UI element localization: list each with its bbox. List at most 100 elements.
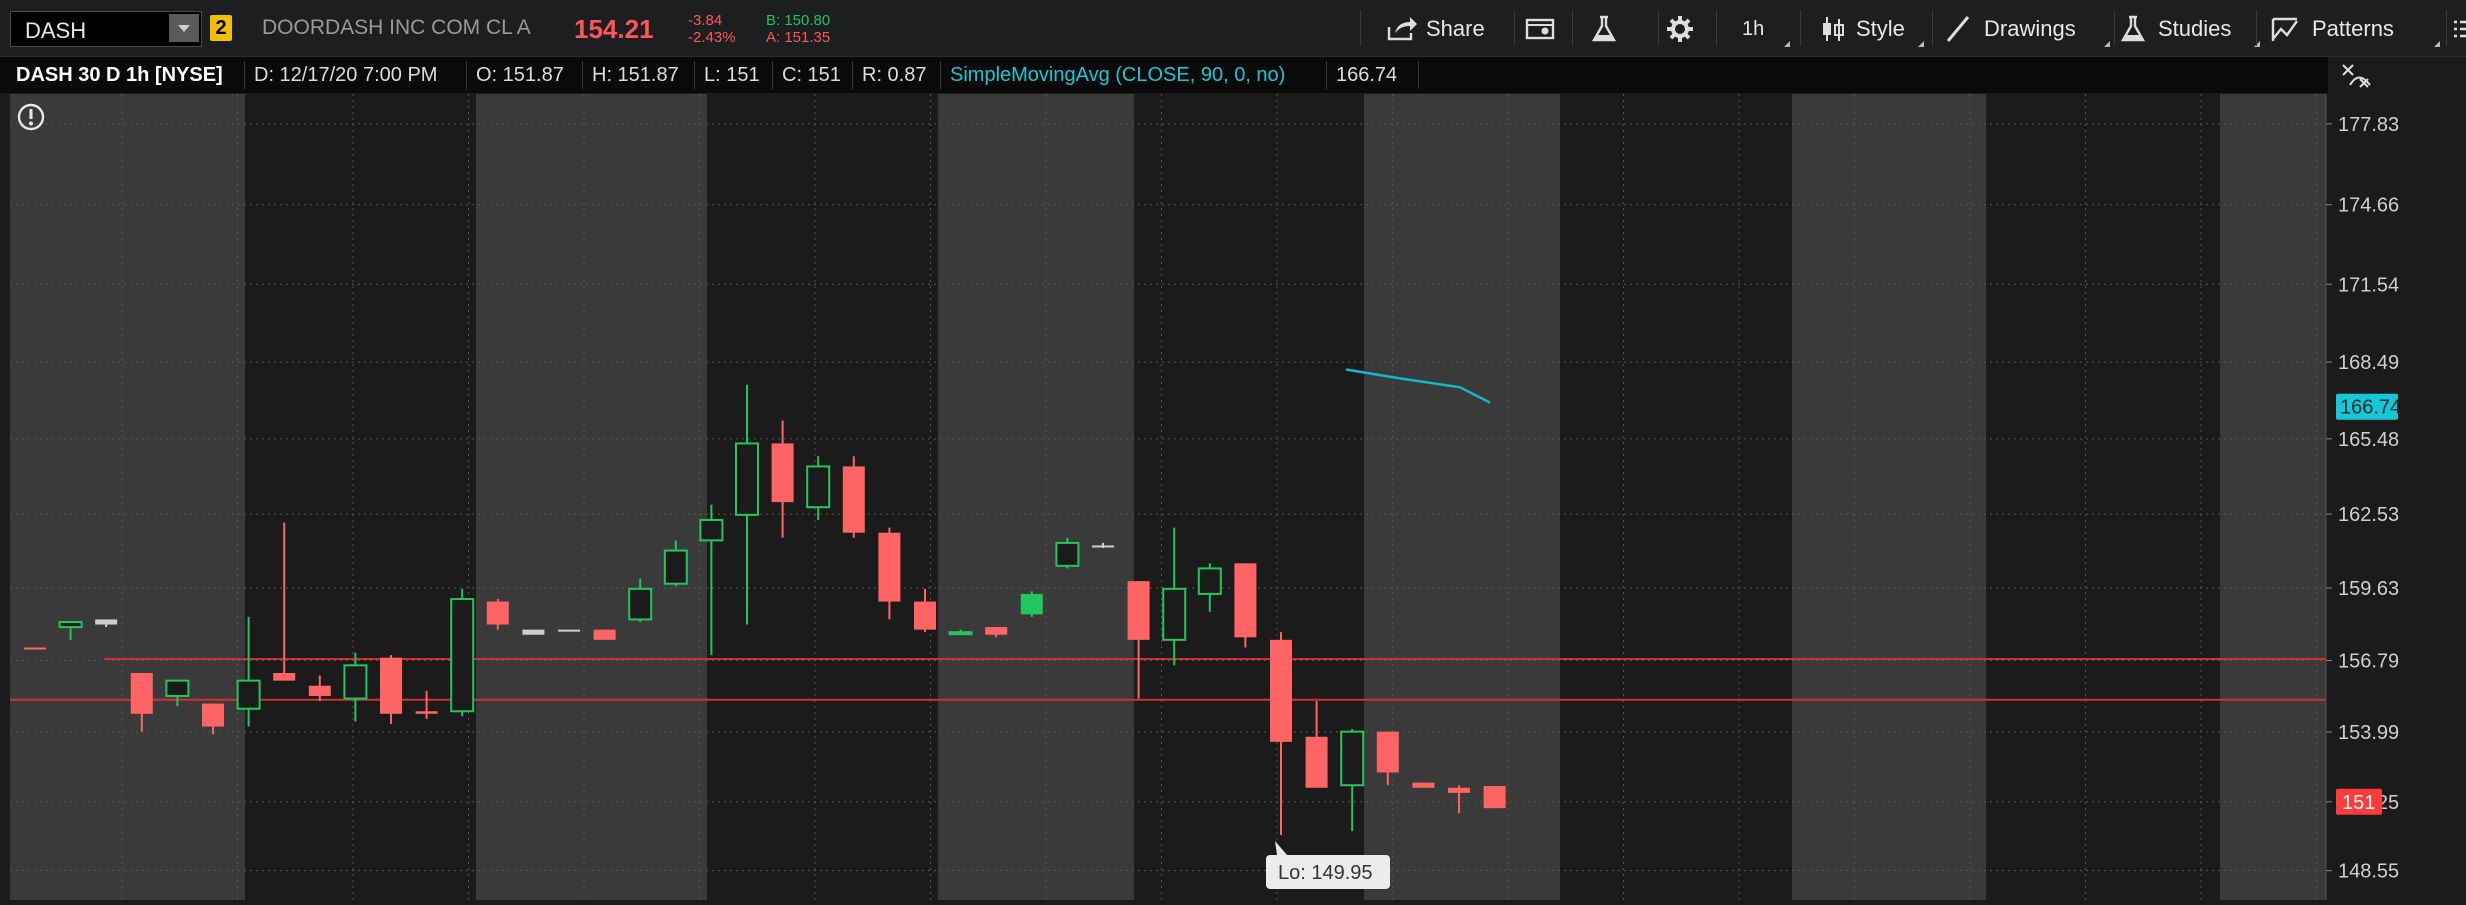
- candle[interactable]: [24, 647, 46, 650]
- candle-body: [165, 679, 190, 697]
- session-band: [245, 94, 476, 900]
- candle-body: [1376, 731, 1399, 773]
- last-price-text: 151: [2342, 792, 2375, 814]
- more-menu-button[interactable]: [2450, 13, 2466, 45]
- candle-body: [806, 465, 831, 509]
- divider: [2446, 10, 2447, 46]
- candle-body: [1127, 581, 1150, 640]
- candle[interactable]: [450, 588, 475, 717]
- tick-label: 168.49: [2338, 352, 2399, 374]
- tick-label: 174.66: [2338, 195, 2399, 217]
- candle-body: [593, 629, 616, 640]
- divider: [1514, 10, 1515, 46]
- studies-label: Studies: [2158, 16, 2232, 41]
- candle[interactable]: [1234, 563, 1257, 648]
- chevron-down-icon[interactable]: [169, 14, 199, 42]
- candle-body: [1055, 541, 1080, 567]
- candlestick-chart[interactable]: 177.83 174.66 171.54 168.49 165.48 162.53 159.…: [0, 94, 2466, 900]
- bar-low: L: 151: [704, 64, 760, 86]
- share-label: Share: [1426, 16, 1485, 41]
- bar-close: C: 151: [782, 64, 841, 86]
- divider: [1932, 10, 1933, 46]
- session-band: [10, 94, 245, 900]
- candle-body: [236, 679, 261, 710]
- patterns-icon: [2271, 17, 2298, 41]
- candle-body: [380, 657, 402, 714]
- candle-body: [699, 518, 724, 542]
- flask-button[interactable]: [1588, 13, 1624, 45]
- tick-label: 165.48: [2338, 429, 2399, 451]
- candle-body: [558, 629, 580, 632]
- candle-body: [1020, 593, 1043, 615]
- timeframe-label: 1h: [1742, 18, 1765, 40]
- candle-body: [415, 711, 438, 714]
- chart-info-bar: DASH 30 D 1h [NYSE] D: 12/17/20 7:00 PM …: [0, 57, 2466, 93]
- candle[interactable]: [1020, 591, 1043, 617]
- candle-body: [663, 549, 688, 585]
- candle-body: [1197, 567, 1222, 595]
- candle-body: [522, 629, 545, 635]
- divider: [1658, 10, 1659, 46]
- session-band: [938, 94, 1134, 900]
- session-band: [1364, 94, 1560, 900]
- drawings-label: Drawings: [1984, 16, 2076, 41]
- candle[interactable]: [1412, 782, 1435, 788]
- symbol-text: DASH: [25, 18, 87, 43]
- session-band: [1792, 94, 1986, 900]
- divider: [1800, 10, 1801, 46]
- bar-high: H: 151.87: [592, 64, 679, 86]
- price-change: -3.84 -2.43%: [688, 12, 736, 46]
- ask-value: A: 151.35: [766, 29, 831, 46]
- symbol-selector[interactable]: DASH: [10, 11, 202, 47]
- flask-icon: [2120, 15, 2146, 42]
- chart-settings-button[interactable]: [1524, 13, 1560, 45]
- candle-body: [735, 442, 759, 516]
- candle-body: [58, 620, 83, 629]
- candle-body: [628, 587, 653, 621]
- bar-date: D: 12/17/20 7:00 PM: [254, 64, 438, 86]
- candle[interactable]: [380, 655, 402, 725]
- candle-body: [1448, 787, 1470, 793]
- share-icon: [1387, 17, 1417, 41]
- divider: [1716, 10, 1717, 46]
- candle-body: [1162, 587, 1187, 641]
- candle[interactable]: [522, 629, 545, 635]
- menu-icon: [2454, 20, 2466, 38]
- candle[interactable]: [558, 629, 580, 632]
- candles-icon: [1823, 17, 1844, 41]
- chart-grid-icon: [1525, 18, 1555, 40]
- candle-body: [1340, 730, 1365, 787]
- candle-body: [308, 685, 331, 696]
- timeframe-button[interactable]: 1h: [1742, 13, 1791, 47]
- tick-label: 162.53: [2338, 504, 2399, 526]
- candle[interactable]: [842, 456, 865, 538]
- candle[interactable]: [1483, 785, 1506, 809]
- session-band: [1986, 94, 2220, 900]
- cursor-crosshair-icon[interactable]: [2340, 61, 2374, 91]
- settings-button[interactable]: [1664, 13, 1700, 45]
- study-label[interactable]: SimpleMovingAvg (CLOSE, 90, 0, no): [950, 57, 1285, 93]
- candle-body: [842, 466, 865, 533]
- candle[interactable]: [1055, 537, 1080, 569]
- candle-body: [1412, 782, 1435, 788]
- candle-body: [1305, 736, 1328, 788]
- session-band: [1560, 94, 1792, 900]
- link-group-badge[interactable]: 2: [210, 15, 232, 41]
- bar-range: R: 0.87: [862, 64, 927, 86]
- divider: [2256, 10, 2257, 46]
- candle-body: [95, 619, 118, 625]
- change-percent: -2.43%: [688, 29, 736, 46]
- last-price: 154.21: [574, 14, 654, 44]
- low-marker-text: Lo: 149.95: [1278, 862, 1373, 884]
- candle[interactable]: [593, 629, 616, 640]
- candle-body: [1483, 785, 1506, 809]
- session-band: [476, 94, 707, 900]
- divider: [2114, 10, 2115, 46]
- patterns-label: Patterns: [2312, 16, 2394, 41]
- price-chart[interactable]: 177.83 174.66 171.54 168.49 165.48 162.53 159.…: [0, 94, 2466, 900]
- pencil-line-icon: [1946, 16, 1970, 42]
- sma-price-text: 166.74: [2340, 397, 2401, 419]
- session-band: [2220, 94, 2326, 900]
- candle-body: [878, 532, 901, 602]
- candle-body: [202, 703, 224, 727]
